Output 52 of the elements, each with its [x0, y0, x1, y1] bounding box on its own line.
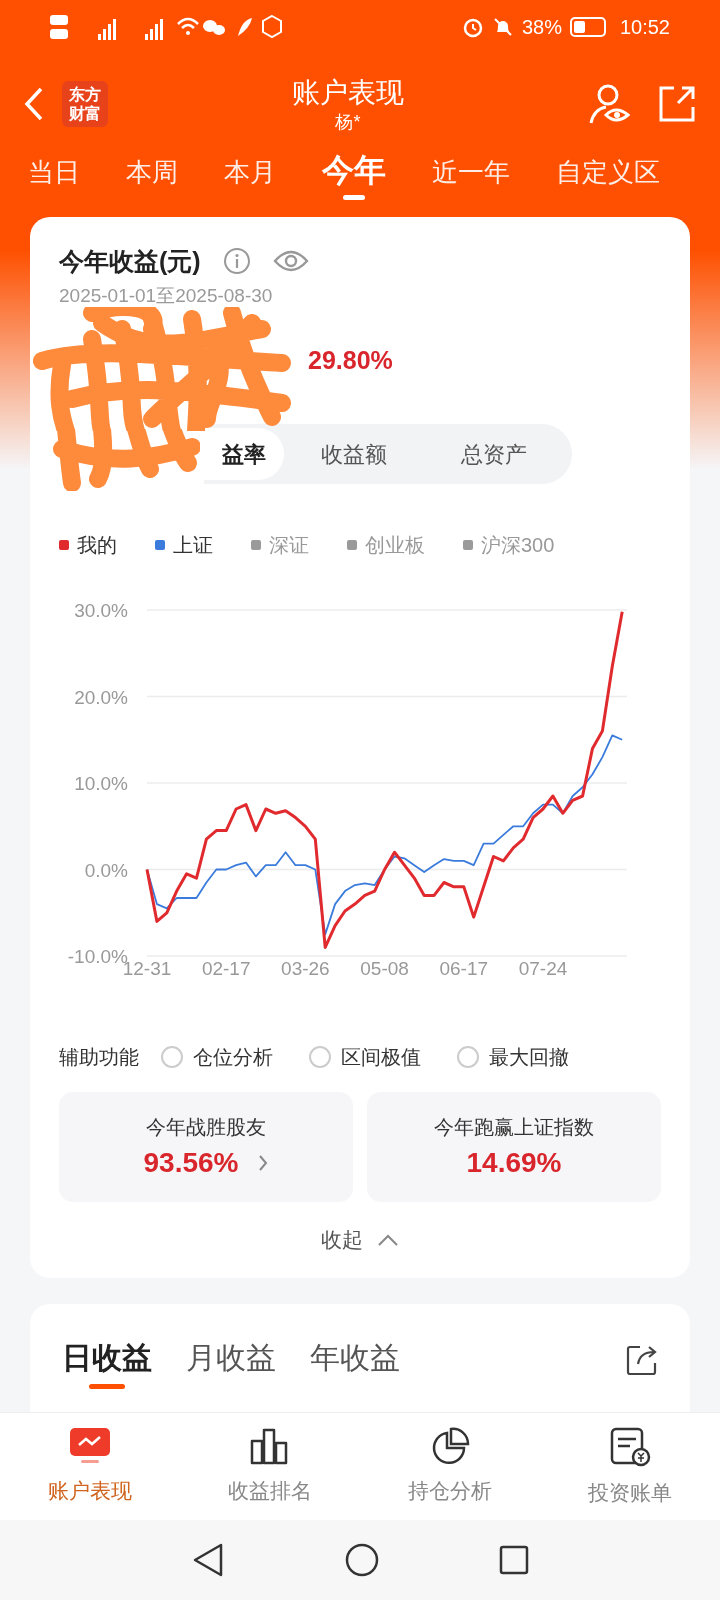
card-title: 今年收益(元) — [59, 246, 201, 278]
x-axis-label: 02-17 — [201, 958, 251, 980]
battery-percent: 38% — [521, 15, 562, 41]
stat-value: 14.69% — [466, 1146, 562, 1181]
x-axis-label: 05-08 — [360, 958, 409, 980]
return-percentage: 29.80% — [308, 345, 393, 376]
chevron-right-icon — [258, 1154, 269, 1173]
bottom-nav-item[interactable]: 收益排名 — [180, 1426, 360, 1507]
collapse-button[interactable]: 收起 — [321, 1224, 399, 1256]
earnings-tab[interactable]: 月收益 — [186, 1337, 276, 1389]
stat-value: 93.56% — [143, 1146, 239, 1181]
back-icon[interactable] — [24, 85, 44, 122]
user-eye-icon[interactable] — [588, 82, 632, 125]
info-icon[interactable] — [222, 247, 251, 276]
segment-tab[interactable]: 总资产 — [424, 428, 564, 481]
eye-icon[interactable] — [272, 249, 309, 274]
earnings-tab[interactable]: 日收益 — [62, 1337, 152, 1389]
segment-tab[interactable]: 益率 — [204, 428, 284, 481]
legend-label[interactable]: 我的 — [77, 530, 117, 561]
back-nav-icon[interactable] — [191, 1542, 225, 1577]
y-axis-label: 20.0% — [74, 686, 128, 708]
legend-label[interactable]: 上证 — [173, 530, 213, 561]
stat-label: 今年跑赢上证指数 — [434, 1115, 594, 1141]
radio-option[interactable]: 区间极值 — [309, 1042, 421, 1073]
y-axis-label: 30.0% — [74, 600, 128, 622]
date-range: 2025-01-01至2025-08-30 — [58, 284, 274, 309]
aux-label: 辅助功能 — [59, 1045, 139, 1071]
page-title: 账户表现 — [292, 75, 404, 110]
chevron-up-icon — [377, 1234, 399, 1246]
stat-card[interactable]: 今年战胜股友 93.56% — [59, 1092, 353, 1203]
radio-option[interactable]: 仓位分析 — [161, 1042, 273, 1073]
y-axis-label: 0.0% — [84, 859, 128, 881]
y-axis-label: 10.0% — [74, 773, 128, 795]
radio-option[interactable]: 最大回撤 — [457, 1042, 569, 1073]
x-axis-label: 06-17 — [439, 958, 489, 980]
bottom-nav-item[interactable]: 账户表现 — [0, 1426, 180, 1507]
home-nav-icon[interactable] — [345, 1542, 379, 1577]
chart-monitor-icon — [69, 1426, 111, 1465]
clock-time: 10:52 — [619, 15, 670, 41]
app-logo: 东方 财富 — [62, 80, 108, 127]
stat-label: 今年战胜股友 — [146, 1115, 266, 1141]
alarm-icon — [461, 16, 484, 39]
battery-icon — [569, 17, 606, 38]
bottom-nav-item[interactable]: 持仓分析 — [360, 1426, 540, 1507]
x-axis-label: 03-26 — [281, 958, 330, 980]
earnings-tab[interactable]: 年收益 — [310, 1337, 400, 1389]
bottom-nav-item[interactable]: 投资账单 — [540, 1424, 720, 1509]
share-icon[interactable] — [626, 1343, 658, 1376]
account-name: 杨* — [335, 110, 361, 133]
segment-tab[interactable]: 收益额 — [284, 428, 424, 481]
x-axis-label: 07-24 — [518, 958, 568, 980]
recents-nav-icon[interactable] — [499, 1544, 529, 1575]
